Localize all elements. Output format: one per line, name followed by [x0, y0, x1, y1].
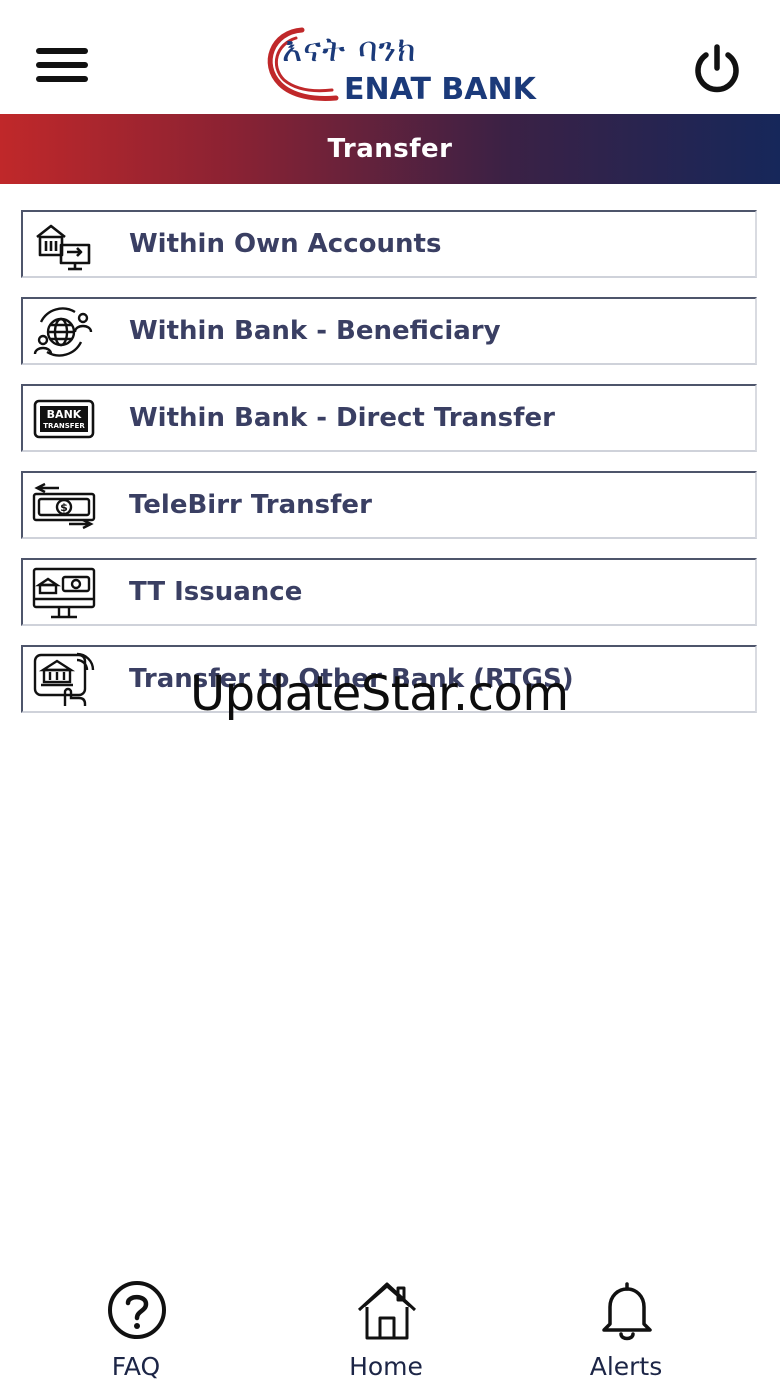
nav-alerts[interactable]: Alerts — [556, 1280, 696, 1381]
menu-item-label: TT Issuance — [129, 577, 303, 607]
watermark-text: UpdateStar.com — [190, 666, 569, 722]
nav-label: FAQ — [111, 1352, 161, 1381]
app-root: እናት ባንክ ENAT BANK Transfer Within Own Ac… — [0, 0, 780, 1387]
bank-transfer-card-icon: BANK TRANSFER — [33, 399, 95, 439]
title-bar: Transfer — [0, 114, 780, 184]
nav-label: Alerts — [589, 1352, 663, 1381]
svg-text:BANK: BANK — [47, 408, 82, 421]
money-exchange-icon: $ — [32, 482, 96, 530]
beneficiary-globe-icon — [33, 307, 93, 357]
page-title: Transfer — [327, 134, 453, 164]
power-icon[interactable] — [690, 42, 744, 96]
question-circle-icon — [108, 1281, 166, 1339]
menu-item-label: Within Bank - Beneficiary — [129, 316, 501, 346]
menu-item-label: Within Own Accounts — [129, 229, 442, 259]
menu-item-within-own-accounts[interactable]: Within Own Accounts — [21, 210, 757, 278]
logo-amharic-text: እናት ባንክ — [282, 30, 417, 70]
nav-faq[interactable]: FAQ — [66, 1280, 206, 1381]
menu-item-within-bank-beneficiary[interactable]: Within Bank - Beneficiary — [21, 297, 757, 365]
top-bar: እናት ባንክ ENAT BANK — [0, 0, 780, 114]
menu-item-within-bank-direct-transfer[interactable]: BANK TRANSFER Within Bank - Direct Trans… — [21, 384, 757, 452]
svg-text:TRANSFER: TRANSFER — [43, 422, 85, 430]
nav-home[interactable]: Home — [316, 1280, 456, 1381]
logo-english-text: ENAT BANK — [344, 72, 536, 107]
monitor-bank-icon — [32, 567, 96, 619]
home-icon — [357, 1282, 417, 1340]
nav-label: Home — [349, 1352, 423, 1381]
bank-touch-icon — [33, 652, 95, 706]
menu-item-label: Within Bank - Direct Transfer — [129, 403, 555, 433]
menu-item-tt-issuance[interactable]: TT Issuance — [21, 558, 757, 626]
bottom-navigation: FAQ Home Alerts — [0, 1270, 780, 1387]
svg-text:$: $ — [60, 501, 68, 514]
menu-item-label: TeleBirr Transfer — [129, 490, 372, 520]
own-accounts-icon — [36, 224, 91, 271]
bank-logo: እናት ባንክ ENAT BANK — [262, 24, 536, 107]
menu-item-telebirr-transfer[interactable]: $ TeleBirr Transfer — [21, 471, 757, 539]
hamburger-menu-icon[interactable] — [36, 48, 90, 84]
bell-icon — [602, 1282, 652, 1341]
